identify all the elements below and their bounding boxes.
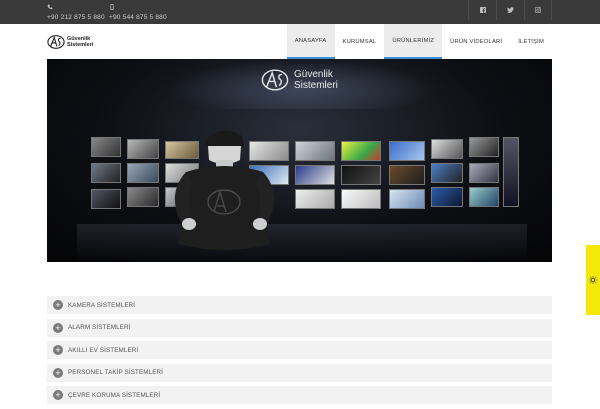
monitor-screen <box>341 141 381 161</box>
nav-item-anasayfa[interactable]: ANASAYFA <box>287 24 335 59</box>
phone-number: +90 212 875 5 880 <box>47 14 105 22</box>
nav-item-urunlerimiz[interactable]: ÜRÜNLERİMİZ <box>384 24 442 59</box>
mobile-icon <box>109 4 115 10</box>
floor-reflection <box>77 224 527 260</box>
phone-contact[interactable]: +90 212 875 5 880 <box>47 4 105 22</box>
monitor-screen <box>431 187 463 207</box>
facebook-icon <box>480 7 486 13</box>
monitor-screen <box>295 189 335 209</box>
monitor-screen <box>389 189 425 209</box>
monitor-screen <box>431 163 463 183</box>
monitor-screen <box>503 137 519 207</box>
plus-icon: + <box>53 345 63 355</box>
monitor-screen <box>469 187 499 207</box>
nav-item-urun-videolari[interactable]: ÜRÜN VİDEOLARI <box>442 24 510 59</box>
accordion-label: KAMERA SİSTEMLERİ <box>68 302 135 309</box>
twitter-icon <box>507 7 514 13</box>
main-nav: ANASAYFA KURUMSAL ÜRÜNLERİMİZ ÜRÜN VİDEO… <box>287 24 552 59</box>
hero-logo: Güvenlik Sistemleri <box>259 65 369 95</box>
accordion-item-alarm[interactable]: + ALARM SİSTEMLERİ <box>47 319 552 337</box>
plus-icon: + <box>53 300 63 310</box>
accordion-item-cevre-koruma[interactable]: + ÇEVRE KORUMA SİSTEMLERİ <box>47 386 552 404</box>
plus-icon: + <box>53 368 63 378</box>
instagram-link[interactable] <box>524 0 552 20</box>
monitor-screen <box>91 137 121 157</box>
monitor-screen <box>295 141 335 161</box>
accordion-label: ALARM SİSTEMLERİ <box>68 324 130 331</box>
mobile-number: +90 544 875 5 880 <box>109 14 167 22</box>
logo-emblem-icon <box>47 33 65 51</box>
nav-item-iletisim[interactable]: İLETİŞİM <box>510 24 552 59</box>
product-accordion: + KAMERA SİSTEMLERİ + ALARM SİSTEMLERİ +… <box>47 296 552 409</box>
twitter-link[interactable] <box>496 0 524 20</box>
phone-icon <box>47 4 53 10</box>
hero-banner: Güvenlik Sistemleri <box>47 59 552 262</box>
accordion-label: PERSONEL TAKİP SİSTEMLERİ <box>68 369 163 376</box>
facebook-link[interactable] <box>468 0 496 20</box>
accordion-label: AKILLI EV SİSTEMLERİ <box>68 347 138 354</box>
monitor-screen <box>389 141 425 161</box>
side-widget-tab[interactable] <box>586 245 600 315</box>
plus-icon: + <box>53 323 63 333</box>
top-bar: +90 212 875 5 880 +90 544 875 5 880 <box>0 0 600 24</box>
accordion-item-akilli-ev[interactable]: + AKILLI EV SİSTEMLERİ <box>47 341 552 359</box>
accordion-label: ÇEVRE KORUMA SİSTEMLERİ <box>68 392 160 399</box>
mobile-contact[interactable]: +90 544 875 5 880 <box>109 4 167 22</box>
instagram-icon <box>535 7 541 13</box>
hero-logo-line2: Sistemleri <box>294 80 338 91</box>
plus-icon: + <box>53 390 63 400</box>
monitor-screen <box>431 139 463 159</box>
monitor-screen <box>91 189 121 209</box>
accordion-item-kamera[interactable]: + KAMERA SİSTEMLERİ <box>47 296 552 314</box>
settings-icon <box>589 276 597 284</box>
hero-logo-line1: Güvenlik <box>294 69 338 80</box>
logo-line2: Sistemleri <box>67 42 93 48</box>
accordion-item-personel-takip[interactable]: + PERSONEL TAKİP SİSTEMLERİ <box>47 364 552 382</box>
monitor-screen <box>389 165 425 185</box>
monitor-screen <box>341 165 381 185</box>
monitor-screen <box>341 189 381 209</box>
monitor-screen <box>469 163 499 183</box>
monitor-screen <box>469 137 499 157</box>
site-header: Güvenlik Sistemleri ANASAYFA KURUMSAL ÜR… <box>0 24 600 59</box>
security-guard-figure <box>152 124 297 262</box>
monitor-screen <box>295 165 335 185</box>
site-logo[interactable]: Güvenlik Sistemleri <box>47 32 101 52</box>
nav-item-kurumsal[interactable]: KURUMSAL <box>335 24 385 59</box>
monitor-screen <box>91 163 121 183</box>
social-links <box>468 0 552 20</box>
hero-logo-emblem-icon <box>259 66 291 94</box>
